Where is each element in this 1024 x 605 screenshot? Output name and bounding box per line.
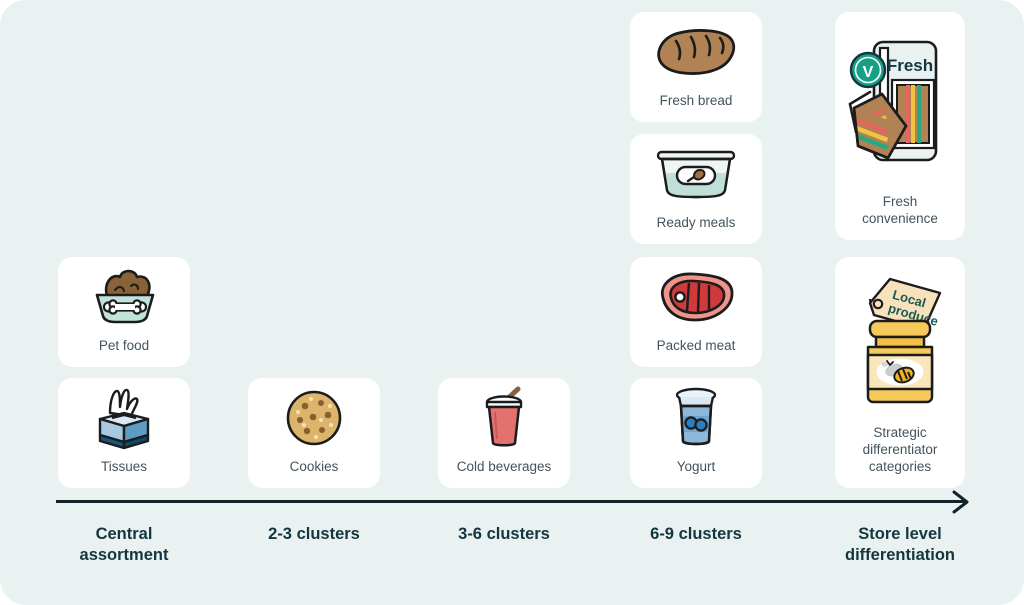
stage-label-3-6-clusters: 3-6 clusters bbox=[458, 525, 550, 543]
ready-meal-tray-icon bbox=[630, 134, 762, 214]
card-label: Ready meals bbox=[656, 215, 736, 230]
card-fresh-bread[interactable]: Fresh bread bbox=[630, 12, 762, 122]
card-label: Cookies bbox=[289, 459, 339, 474]
sandwich-pack-icon: Fresh V bbox=[835, 12, 965, 193]
stage-label-central-assortment: Central assortment bbox=[79, 525, 169, 564]
card-cookies[interactable]: Cookies bbox=[248, 378, 380, 488]
stage-label-store-level-differentiation: Store level differentiation bbox=[845, 525, 955, 564]
card-cold-beverages[interactable]: Cold beverages bbox=[438, 378, 570, 488]
package-fresh-label: Fresh bbox=[887, 56, 933, 75]
card-label: Pet food bbox=[98, 338, 150, 353]
card-packed-meat[interactable]: Packed meat bbox=[630, 257, 762, 367]
svg-text:V: V bbox=[863, 64, 874, 81]
card-label: Tissues bbox=[100, 459, 147, 474]
stage-label-2-3-clusters: 2-3 clusters bbox=[268, 525, 360, 543]
axis-line bbox=[56, 500, 966, 503]
card-strategic-differentiator-categories[interactable]: Local produce Strategic differentiator c… bbox=[835, 257, 965, 488]
card-ready-meals[interactable]: Ready meals bbox=[630, 134, 762, 244]
card-label: Yogurt bbox=[676, 459, 716, 474]
card-pet-food[interactable]: Pet food bbox=[58, 257, 190, 367]
card-fresh-convenience[interactable]: Fresh V Fresh convenience bbox=[835, 12, 965, 240]
card-label: Fresh bread bbox=[659, 93, 733, 108]
steak-icon bbox=[630, 257, 762, 337]
stage-label-6-9-clusters: 6-9 clusters bbox=[650, 525, 742, 543]
v-badge-icon: V bbox=[849, 51, 887, 88]
pet-food-bowl-icon bbox=[58, 257, 190, 337]
card-tissues[interactable]: Tissues bbox=[58, 378, 190, 488]
card-label: Cold beverages bbox=[456, 459, 552, 474]
card-label: Strategic differentiator categories bbox=[862, 425, 938, 474]
cold-drink-cup-icon bbox=[438, 378, 570, 458]
tissue-box-icon bbox=[58, 378, 190, 458]
yogurt-cup-icon bbox=[630, 378, 762, 458]
infographic-canvas: Pet food Tissues Cookies Cold beverages … bbox=[0, 0, 1024, 605]
right-arrow-icon bbox=[950, 489, 974, 520]
honey-jar-icon: Local produce bbox=[835, 257, 965, 424]
bread-loaf-icon bbox=[630, 12, 762, 92]
card-label: Packed meat bbox=[656, 338, 736, 353]
cookie-icon bbox=[248, 378, 380, 458]
card-yogurt[interactable]: Yogurt bbox=[630, 378, 762, 488]
card-label: Fresh convenience bbox=[862, 194, 938, 226]
